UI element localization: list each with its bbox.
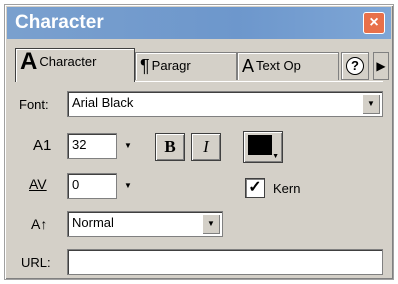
tracking-icon: AV	[29, 176, 47, 192]
font-size-value: 32	[72, 137, 87, 152]
chevron-down-icon[interactable]: ▼	[362, 94, 380, 114]
font-select[interactable]: Arial Black ▼	[67, 91, 383, 117]
tab-text-options[interactable]: A Text Op	[237, 52, 339, 80]
character-tab-icon: A	[20, 48, 38, 75]
font-size-icon: A1	[33, 137, 52, 154]
kern-label: Kern	[273, 181, 301, 196]
help-icon: ?	[346, 57, 364, 75]
tracking-input[interactable]: 0	[67, 173, 117, 199]
checkmark-icon: ✓	[248, 179, 262, 196]
help-button[interactable]: ?	[341, 52, 369, 80]
italic-button[interactable]: I	[191, 133, 221, 161]
font-size-input[interactable]: 32	[67, 133, 117, 159]
url-input[interactable]	[67, 249, 383, 275]
baseline-shift-select[interactable]: Normal ▼	[67, 211, 223, 237]
color-dropdown-icon: ▼	[272, 153, 279, 160]
close-button[interactable]: ×	[363, 12, 385, 34]
text-color-button[interactable]: ▼	[243, 131, 283, 163]
tab-character-label: Character	[39, 54, 97, 69]
tracking-dropdown-icon[interactable]: ▼	[119, 173, 137, 199]
tracking-value: 0	[72, 177, 80, 192]
tab-bar: A Character ¶ Paragr A Text Op ? ▶	[15, 48, 389, 82]
url-label: URL:	[21, 255, 51, 270]
italic-icon: I	[203, 137, 209, 156]
bold-icon: B	[164, 137, 176, 156]
text-options-tab-icon: A	[242, 56, 255, 76]
baseline-shift-icon: A↑	[31, 216, 48, 232]
chevron-right-icon: ▶	[376, 59, 386, 73]
tab-paragraph[interactable]: ¶ Paragr	[135, 52, 237, 80]
baseline-shift-value: Normal	[72, 215, 114, 230]
paragraph-tab-icon: ¶	[140, 56, 150, 76]
window-title: Character	[15, 12, 104, 33]
tab-character[interactable]: A Character	[15, 48, 135, 82]
character-panel: Character × A Character ¶ Paragr A Text Op …	[4, 4, 394, 280]
color-swatch	[248, 135, 272, 155]
chevron-down-icon[interactable]: ▼	[202, 214, 220, 234]
kern-checkbox[interactable]: ✓	[245, 178, 265, 198]
title-bar[interactable]: Character ×	[7, 7, 391, 39]
font-size-dropdown-icon[interactable]: ▼	[119, 133, 137, 159]
bold-button[interactable]: B	[155, 133, 185, 161]
font-label: Font:	[19, 97, 49, 112]
tab-paragraph-label: Paragr	[151, 58, 191, 73]
tab-scroll-right-button[interactable]: ▶	[373, 52, 389, 80]
close-icon: ×	[369, 14, 379, 31]
tab-text-options-label: Text Op	[256, 58, 301, 73]
font-value: Arial Black	[72, 95, 134, 110]
